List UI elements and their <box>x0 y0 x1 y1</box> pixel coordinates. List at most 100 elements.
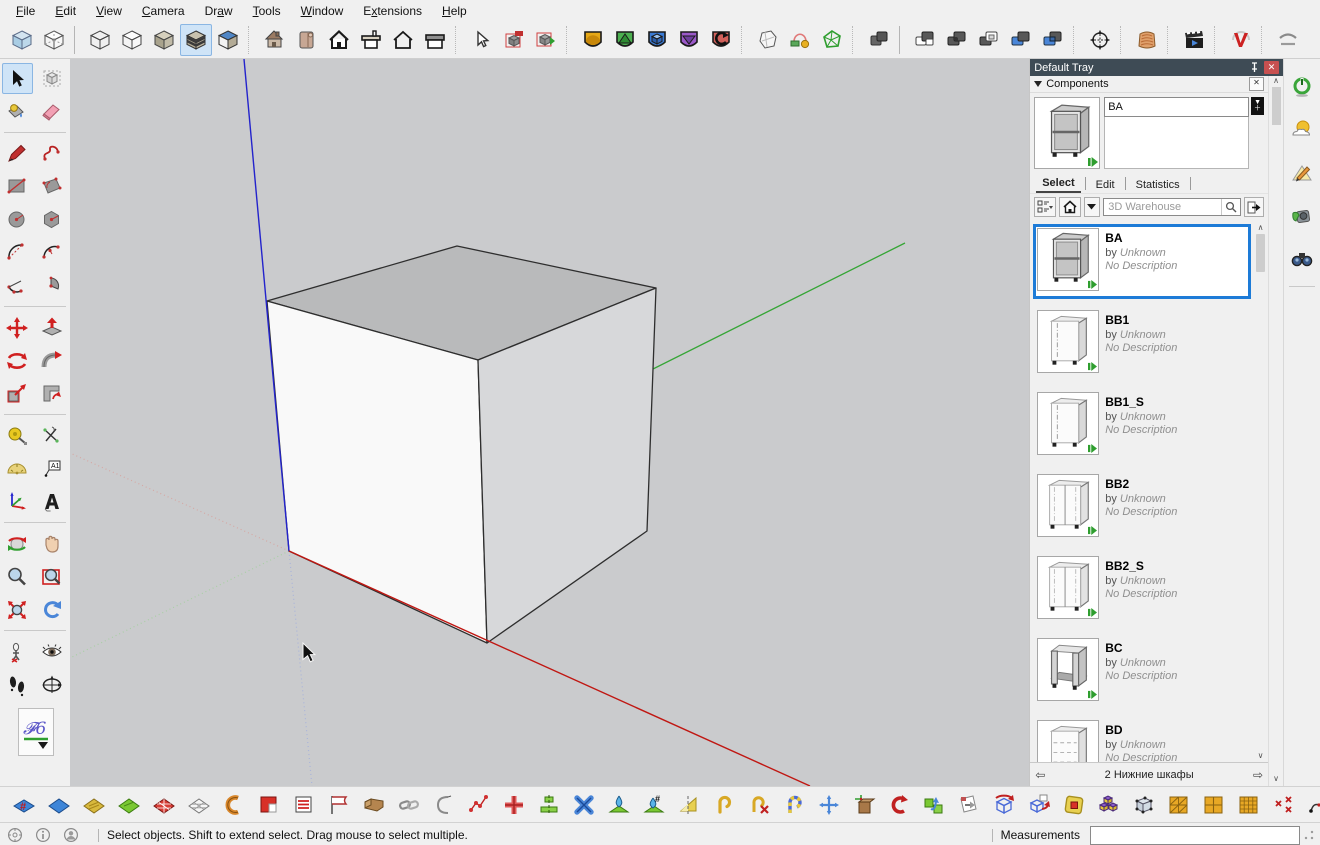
hook-striped-icon[interactable] <box>779 790 808 820</box>
cube-rotate-icon[interactable] <box>989 790 1018 820</box>
component-item-bc[interactable]: BCby UnknownNo Description <box>1033 634 1251 709</box>
component-item-bd[interactable]: BDby UnknownNo Description <box>1033 716 1251 762</box>
grid-diagonal-icon[interactable] <box>1164 790 1193 820</box>
blue-cross-icon[interactable] <box>569 790 598 820</box>
box-axes-icon[interactable] <box>849 790 878 820</box>
component-item-bb1-s[interactable]: BB1_Sby UnknownNo Description <box>1033 388 1251 463</box>
scroll-up-icon[interactable]: ∧ <box>1253 220 1268 234</box>
paint-bucket-icon[interactable] <box>2 96 33 127</box>
tab-statistics[interactable]: Statistics <box>1130 177 1186 193</box>
cube-rotate-copy-icon[interactable] <box>1024 790 1053 820</box>
home-icon[interactable] <box>323 24 355 56</box>
component-description-box[interactable] <box>1104 117 1249 169</box>
wireframe-style-icon[interactable] <box>84 24 116 56</box>
component-export-icon[interactable] <box>530 24 562 56</box>
tray-scrollbar-thumb[interactable] <box>1272 87 1281 125</box>
component-options-icon[interactable] <box>498 24 530 56</box>
3d-warehouse-search-input[interactable]: 3D Warehouse <box>1103 198 1241 216</box>
bracket-curve-icon[interactable] <box>429 790 458 820</box>
flag-icon[interactable] <box>324 790 353 820</box>
solid-group-icon[interactable] <box>863 24 895 56</box>
rock-shape-icon[interactable] <box>752 24 784 56</box>
tab-select[interactable]: Select <box>1036 175 1080 193</box>
move-points-icon[interactable] <box>814 790 843 820</box>
green-align-icon[interactable] <box>534 790 563 820</box>
card-arrow-icon[interactable] <box>954 790 983 820</box>
component-item-bb1[interactable]: BB1by UnknownNo Description <box>1033 306 1251 381</box>
shaded-style-icon[interactable] <box>148 24 180 56</box>
nav-back-icon[interactable]: ⇦ <box>1035 768 1045 782</box>
menu-edit[interactable]: Edit <box>45 2 86 21</box>
reverse-arc-icon[interactable] <box>884 790 913 820</box>
look-at-compass-icon[interactable] <box>1084 24 1116 56</box>
sweep-arc-icon[interactable] <box>219 790 248 820</box>
user-icon[interactable] <box>62 827 79 844</box>
binoculars-icon[interactable] <box>1286 243 1318 275</box>
rotated-rectangle-tool-icon[interactable] <box>37 171 68 202</box>
outer-shell-icon[interactable] <box>909 24 941 56</box>
house-roof-icon[interactable] <box>419 24 451 56</box>
pan-tool-icon[interactable] <box>37 528 68 559</box>
circle-tool-icon[interactable] <box>2 204 33 235</box>
menu-help[interactable]: Help <box>432 2 477 21</box>
select-tool-icon[interactable] <box>2 63 33 94</box>
dimension-tool-icon[interactable] <box>37 420 68 451</box>
wood-material-icon[interactable] <box>1131 24 1163 56</box>
arc-tool-icon[interactable] <box>2 237 33 268</box>
component-item-bb2[interactable]: BB2by UnknownNo Description <box>1033 470 1251 545</box>
back-edges-style-icon[interactable] <box>38 24 70 56</box>
scatter-marks-icon[interactable] <box>1269 790 1298 820</box>
house-3d-icon[interactable] <box>259 24 291 56</box>
rectangle-tool-icon[interactable] <box>2 171 33 202</box>
house-outline-icon[interactable] <box>387 24 419 56</box>
collections-dropdown-icon[interactable] <box>1084 197 1100 217</box>
sketch-style-icon[interactable] <box>1286 157 1318 189</box>
tray-scrollbar[interactable]: ∧ ∨ <box>1268 76 1283 786</box>
nav-forward-icon[interactable]: ⇨ <box>1253 768 1263 782</box>
warehouse-house-icon[interactable] <box>355 24 387 56</box>
rotate-tool-icon[interactable] <box>2 345 33 376</box>
menu-draw[interactable]: Draw <box>195 2 243 21</box>
scroll-down-icon[interactable]: ∨ <box>1253 748 1268 762</box>
tray-close-icon[interactable]: ✕ <box>1264 61 1279 74</box>
select-cursor-icon[interactable] <box>466 24 498 56</box>
move-tool-icon[interactable] <box>2 312 33 343</box>
line-tool-icon[interactable] <box>2 138 33 169</box>
menu-view[interactable]: View <box>86 2 132 21</box>
lined-square-icon[interactable] <box>289 790 318 820</box>
freehand-tool-icon[interactable] <box>37 138 68 169</box>
sandbox-curves-icon[interactable] <box>1272 24 1304 56</box>
open-panel-arrow-icon[interactable] <box>1244 197 1264 217</box>
tab-edit[interactable]: Edit <box>1090 177 1121 193</box>
tiles-red-icon[interactable] <box>149 790 178 820</box>
surface-blue-icon[interactable] <box>44 790 73 820</box>
push-pull-tool-icon[interactable] <box>37 312 68 343</box>
grid-2x2-icon[interactable] <box>1199 790 1228 820</box>
pie-tool-icon[interactable] <box>37 270 68 301</box>
compass-tool-icon[interactable] <box>37 669 68 700</box>
shaded-with-textures-style-icon[interactable] <box>180 24 212 56</box>
mirror-triangle-icon[interactable] <box>674 790 703 820</box>
component-name-input[interactable]: BA <box>1104 97 1249 117</box>
home-collection-icon[interactable] <box>1059 197 1081 217</box>
menu-camera[interactable]: Camera <box>132 2 195 21</box>
3d-viewport[interactable] <box>70 59 1029 786</box>
shadows-icon[interactable] <box>1286 114 1318 146</box>
surface-green-icon[interactable] <box>114 790 143 820</box>
orbit-tool-icon[interactable] <box>2 528 33 559</box>
resize-grip[interactable] <box>1304 830 1314 840</box>
front-view-icon[interactable] <box>609 24 641 56</box>
bottom-view-icon[interactable] <box>673 24 705 56</box>
red-square-corner-icon[interactable] <box>254 790 283 820</box>
drop-hash-icon[interactable]: # <box>639 790 668 820</box>
link-icon[interactable] <box>394 790 423 820</box>
tape-measure-tool-icon[interactable] <box>2 420 33 451</box>
tray-scroll-down-icon[interactable]: ∨ <box>1273 770 1279 786</box>
union-icon[interactable] <box>941 24 973 56</box>
drop-on-triangle-icon[interactable] <box>604 790 633 820</box>
monochrome-style-icon[interactable] <box>212 24 244 56</box>
green-boxes-arrow-icon[interactable] <box>919 790 948 820</box>
components-section-header[interactable]: Components ✕ <box>1030 76 1268 93</box>
secondary-pane-toggle-icon[interactable]: ▼＋ <box>1251 97 1264 115</box>
polyline-points-icon[interactable] <box>464 790 493 820</box>
